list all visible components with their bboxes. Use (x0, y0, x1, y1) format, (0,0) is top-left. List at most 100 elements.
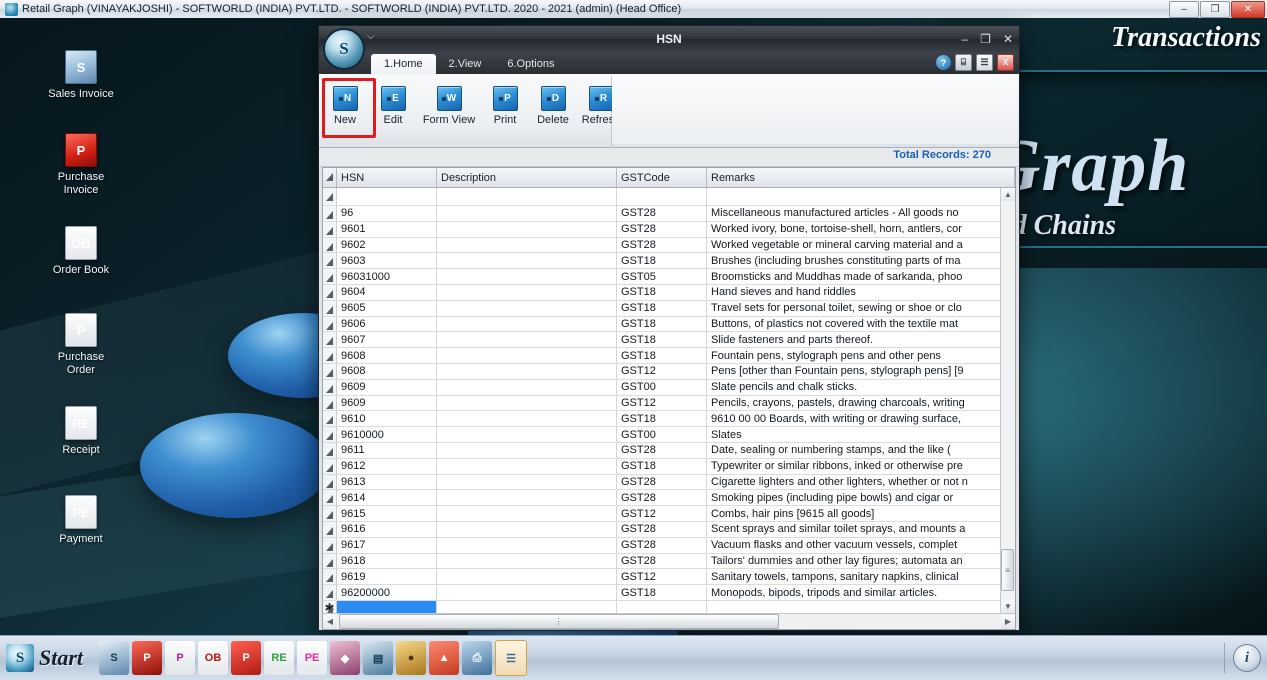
delete-button[interactable]: D Delete (529, 82, 577, 126)
cell-remarks[interactable]: Vacuum flasks and other vacuum vessels, … (707, 537, 1015, 553)
cell-description[interactable] (437, 585, 617, 600)
document-icon[interactable]: ☰ (976, 54, 993, 71)
filter-input-remarks[interactable] (707, 188, 1015, 205)
cell-description[interactable] (437, 411, 617, 427)
scroll-left-arrow-icon[interactable]: ◀ (323, 614, 337, 629)
hsn-close-button[interactable]: ✕ (1003, 33, 1013, 45)
taskbar-item-ledger[interactable]: ● (396, 641, 427, 675)
column-header-hsn[interactable]: HSN (337, 168, 437, 187)
taskbar-item-sales-invoice[interactable]: S (99, 641, 130, 675)
cell-description[interactable] (437, 253, 617, 269)
cell-remarks[interactable]: Pens [other than Fountain pens, stylogra… (707, 363, 1015, 379)
cell-description[interactable] (437, 427, 617, 442)
new-record-hsn-input[interactable] (337, 600, 437, 613)
cell-hsn[interactable]: 9610 (337, 411, 437, 427)
cell-description[interactable] (437, 458, 617, 474)
taskbar-item-cash-book[interactable]: ◆ (330, 641, 361, 675)
cell-description[interactable] (437, 474, 617, 490)
cell-description[interactable] (437, 521, 617, 537)
cell-gstcode[interactable]: GST12 (617, 506, 707, 521)
cell-hsn[interactable]: 9602 (337, 237, 437, 253)
cell-remarks[interactable]: Brushes (including brushes constituting … (707, 253, 1015, 269)
row-selector[interactable] (323, 427, 337, 442)
cell-gstcode[interactable]: GST18 (617, 332, 707, 348)
cell-hsn[interactable]: 96200000 (337, 585, 437, 600)
cell-hsn[interactable]: 9618 (337, 553, 437, 569)
cell-gstcode[interactable]: GST28 (617, 490, 707, 506)
row-selector[interactable] (323, 442, 337, 458)
table-row[interactable]: 9608 GST12 Pens [other than Fountain pens,… (323, 363, 1015, 380)
new-record-row[interactable]: ✱ (323, 600, 1015, 613)
cell-hsn[interactable]: 9614 (337, 490, 437, 506)
table-row[interactable]: 9614 GST28 Smoking pipes (including pipe b… (323, 490, 1015, 507)
table-row[interactable]: 9606 GST18 Buttons, of plastics not covere… (323, 316, 1015, 333)
cell-description[interactable] (437, 537, 617, 553)
cell-gstcode[interactable]: GST28 (617, 521, 707, 537)
cell-description[interactable] (437, 206, 617, 221)
cell-description[interactable] (437, 284, 617, 300)
row-selector[interactable] (323, 521, 337, 537)
row-selector[interactable] (323, 221, 337, 237)
grid-vertical-scroll-thumb[interactable]: ≡ (1001, 549, 1014, 591)
cell-remarks[interactable]: Worked ivory, bone, tortoise-shell, horn… (707, 221, 1015, 237)
row-selector[interactable] (323, 348, 337, 363)
new-record-marker-icon[interactable]: ✱ (323, 600, 337, 613)
column-header-remarks[interactable]: Remarks (707, 168, 1015, 187)
table-row[interactable]: 9605 GST18 Travel sets for personal toilet… (323, 300, 1015, 317)
filter-input-gstcode[interactable] (617, 188, 707, 205)
cell-hsn[interactable]: 9609 (337, 379, 437, 395)
cell-gstcode[interactable]: GST00 (617, 427, 707, 442)
tab-view[interactable]: 2.View (436, 54, 495, 74)
desktop-icon-payment[interactable]: PE Payment (33, 495, 129, 546)
row-selector[interactable] (323, 490, 337, 506)
excel-export-icon[interactable]: X (997, 54, 1014, 71)
taskbar-item-purchase-order[interactable]: P (165, 641, 196, 675)
scroll-down-arrow-icon[interactable]: ▼ (1001, 600, 1015, 613)
table-row[interactable]: 9607 GST18 Slide fasteners and parts there… (323, 332, 1015, 349)
table-row[interactable]: 9603 GST18 Brushes (including brushes cons… (323, 253, 1015, 270)
cell-description[interactable] (437, 332, 617, 348)
cell-remarks[interactable]: Pencils, crayons, pastels, drawing charc… (707, 395, 1015, 411)
info-icon[interactable]: i (1233, 644, 1261, 672)
table-row[interactable]: 9609 GST12 Pencils, crayons, pastels, draw… (323, 395, 1015, 412)
cell-description[interactable] (437, 569, 617, 585)
cell-description[interactable] (437, 237, 617, 253)
cell-remarks[interactable]: Miscellaneous manufactured articles - Al… (707, 206, 1015, 221)
cell-hsn[interactable]: 9607 (337, 332, 437, 348)
start-button[interactable]: S Start (0, 638, 93, 678)
cell-remarks[interactable]: Broomsticks and Muddhas made of sarkanda… (707, 269, 1015, 284)
cell-remarks[interactable]: Cigarette lighters and other lighters, w… (707, 474, 1015, 490)
cell-remarks[interactable]: Monopods, bipods, tripods and similar ar… (707, 585, 1015, 600)
cell-gstcode[interactable]: GST28 (617, 221, 707, 237)
cell-hsn[interactable]: 96 (337, 206, 437, 221)
cell-description[interactable] (437, 553, 617, 569)
cell-gstcode[interactable]: GST28 (617, 537, 707, 553)
table-row[interactable]: 9610 GST18 9610 00 00 Boards, with writing… (323, 411, 1015, 428)
cell-description[interactable] (437, 316, 617, 332)
table-row[interactable]: 96 GST28 Miscellaneous manufactured articl… (323, 206, 1015, 222)
cell-remarks[interactable]: Travel sets for personal toilet, sewing … (707, 300, 1015, 316)
cell-gstcode[interactable]: GST12 (617, 569, 707, 585)
cell-gstcode[interactable]: GST18 (617, 458, 707, 474)
cell-gstcode[interactable]: GST28 (617, 206, 707, 221)
row-selector[interactable] (323, 237, 337, 253)
table-row[interactable]: 9617 GST28 Vacuum flasks and other vacuum … (323, 537, 1015, 554)
cell-gstcode[interactable]: GST28 (617, 237, 707, 253)
cell-gstcode[interactable]: GST28 (617, 553, 707, 569)
scroll-up-arrow-icon[interactable]: ▲ (1001, 188, 1015, 201)
cell-gstcode[interactable]: GST28 (617, 442, 707, 458)
cell-description[interactable] (437, 348, 617, 363)
table-row[interactable]: 9618 GST28 Tailors' dummies and other lay … (323, 553, 1015, 570)
grid-select-all-corner[interactable] (323, 168, 337, 187)
row-selector[interactable] (323, 253, 337, 269)
table-row[interactable]: 96031000 GST05 Broomsticks and Muddhas mad… (323, 269, 1015, 285)
row-selector[interactable] (323, 300, 337, 316)
new-record-remarks-input[interactable] (707, 600, 1015, 613)
cell-hsn[interactable]: 9604 (337, 284, 437, 300)
table-row[interactable]: 9601 GST28 Worked ivory, bone, tortoise-sh… (323, 221, 1015, 238)
cell-remarks[interactable]: Slates (707, 427, 1015, 442)
cell-remarks[interactable]: Smoking pipes (including pipe bowls) and… (707, 490, 1015, 506)
table-row[interactable]: 9616 GST28 Scent sprays and similar toilet… (323, 521, 1015, 538)
taskbar-item-payment[interactable]: PE (297, 641, 328, 675)
taskbar-item-hsn[interactable]: ☰ (495, 640, 528, 676)
